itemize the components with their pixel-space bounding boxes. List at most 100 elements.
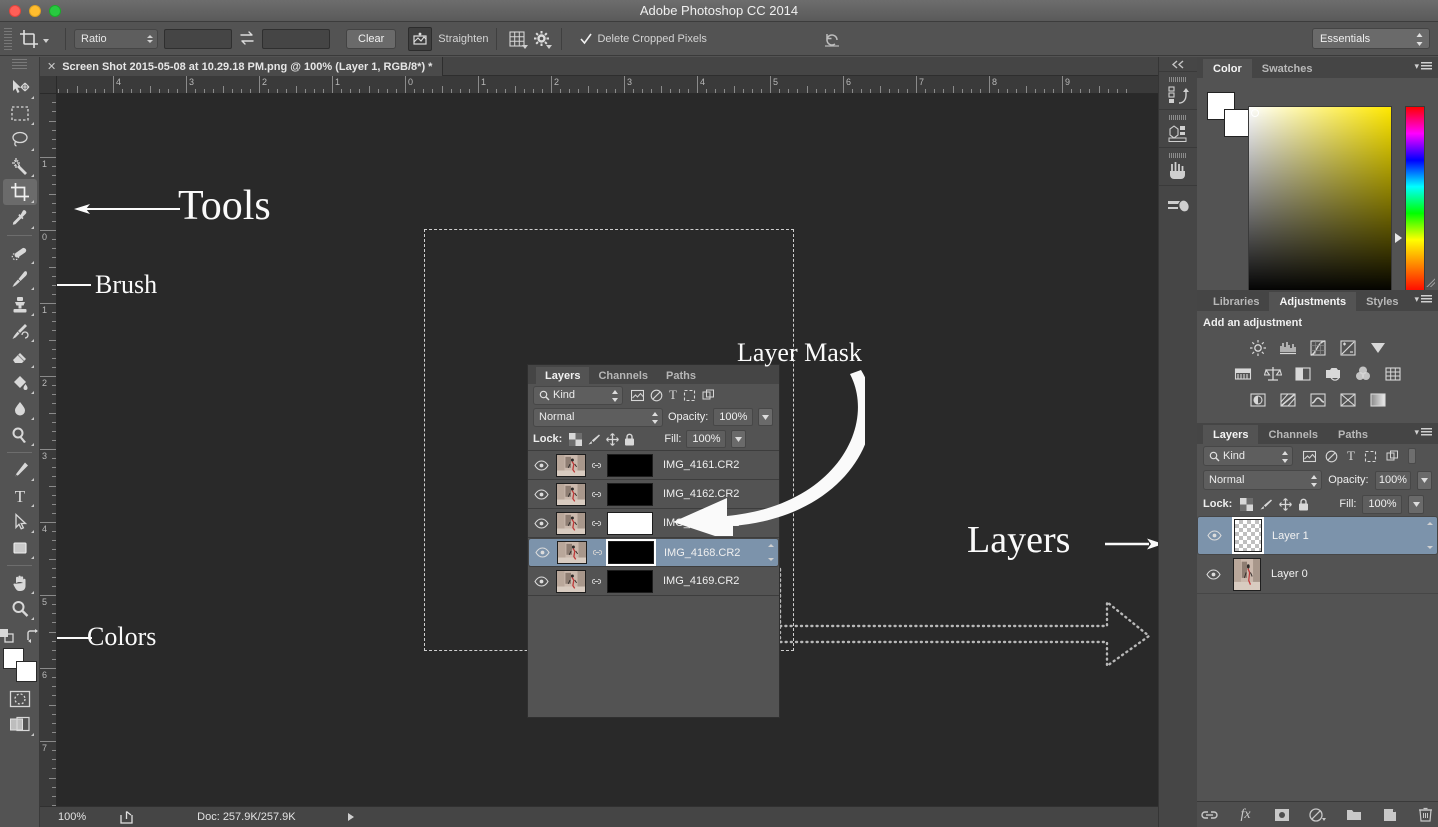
sidebar-item-dodge-tool[interactable] (3, 422, 37, 448)
document-tab[interactable]: ✕ Screen Shot 2015-05-08 at 10.29.18 PM.… (40, 57, 444, 76)
table-row[interactable]: Layer 0 (1197, 555, 1438, 594)
canvas-area[interactable]: Layers Channels Paths Kind T Normal Opac… (57, 94, 1158, 806)
sidebar-item-crop-tool[interactable] (2, 179, 37, 205)
sidebar-item-eraser-tool[interactable] (3, 344, 37, 370)
exposure-icon[interactable] (1338, 338, 1358, 358)
sidebar-item-move-tool[interactable] (3, 75, 37, 101)
layer-thumbnail[interactable] (1233, 557, 1261, 591)
curves-icon[interactable] (1308, 338, 1328, 358)
clear-button[interactable]: Clear (346, 28, 397, 49)
dock-item-properties[interactable] (1159, 109, 1197, 147)
sidebar-item-healing-brush-tool[interactable] (3, 240, 37, 266)
tool-preset-chevron-down-icon[interactable] (43, 38, 49, 43)
workspace-select[interactable]: Essentials (1312, 28, 1430, 49)
sidebar-item-marquee-tool[interactable] (3, 101, 37, 127)
layers-blend-mode[interactable]: Normal (1203, 470, 1323, 490)
filter-toggle-switch[interactable] (1407, 448, 1416, 464)
layer-name[interactable]: Layer 1 (1272, 530, 1309, 542)
link-layers-icon[interactable] (1201, 806, 1219, 824)
sidebar-item-path-selection-tool[interactable] (3, 509, 37, 535)
sidebar-item-brush-tool[interactable] (3, 266, 37, 292)
gradient-map-icon[interactable] (1338, 390, 1358, 410)
sidebar-item-lasso-tool[interactable] (3, 127, 37, 153)
panel-menu-icon[interactable]: ▾ (1414, 61, 1432, 72)
tab-channels[interactable]: Channels (1258, 425, 1328, 444)
swap-dimensions-icon[interactable] (238, 29, 256, 49)
zoom-level[interactable]: 100% (58, 811, 86, 823)
chevron-down-icon[interactable] (522, 44, 529, 49)
collapse-panels-icon[interactable] (1159, 57, 1197, 71)
tab-color[interactable]: Color (1203, 59, 1252, 78)
layers-fill-value[interactable]: 100% (1362, 494, 1403, 514)
screen-mode-button[interactable] (3, 712, 37, 738)
straighten-icon[interactable] (408, 26, 433, 51)
default-colors-icon[interactable] (0, 628, 15, 644)
dock-item-brush-presets[interactable] (1159, 147, 1197, 185)
color-field[interactable] (1248, 106, 1392, 294)
vibrance-icon[interactable] (1368, 338, 1388, 358)
horizontal-ruler[interactable]: 543210123456789 (57, 76, 1158, 94)
levels-icon[interactable] (1278, 338, 1298, 358)
toolbar-grip[interactable] (12, 59, 27, 71)
delete-layer-icon[interactable] (1417, 806, 1435, 824)
new-group-icon[interactable] (1345, 806, 1363, 824)
crop-width-input[interactable] (164, 28, 232, 49)
sidebar-item-rectangle-tool[interactable] (3, 535, 37, 561)
channel-mixer-icon[interactable] (1353, 364, 1373, 384)
delete-cropped-pixels-checkbox[interactable]: Delete Cropped Pixels (580, 33, 707, 45)
tab-paths[interactable]: Paths (1328, 425, 1378, 444)
share-icon[interactable] (120, 810, 135, 824)
sidebar-item-type-tool[interactable]: T (3, 483, 37, 509)
sidebar-item-hand-tool[interactable] (3, 570, 37, 596)
hue-slider-handle[interactable] (1395, 233, 1402, 243)
quick-mask-mode-button[interactable] (3, 686, 37, 712)
dock-item-history[interactable] (1159, 71, 1197, 109)
layer-thumbnail[interactable] (1232, 517, 1264, 554)
crop-height-input[interactable] (262, 28, 330, 49)
crop-ratio-select[interactable]: Ratio (74, 28, 158, 49)
swap-colors-icon[interactable] (25, 628, 41, 644)
color-lookup-icon[interactable] (1383, 364, 1403, 384)
dock-item-brush[interactable] (1159, 185, 1197, 223)
tab-swatches[interactable]: Swatches (1252, 59, 1323, 78)
tab-libraries[interactable]: Libraries (1203, 292, 1269, 311)
selective-color-icon[interactable] (1368, 390, 1388, 410)
reset-rotate-icon[interactable] (822, 29, 842, 49)
layer-name[interactable]: Layer 0 (1271, 568, 1308, 580)
color-balance-icon[interactable] (1263, 364, 1283, 384)
gear-icon[interactable] (529, 27, 553, 51)
close-x-icon[interactable]: ✕ (47, 60, 56, 73)
tab-adjustments[interactable]: Adjustments (1269, 292, 1357, 311)
sidebar-item-zoom-tool[interactable] (3, 596, 37, 622)
panel-resize-grip[interactable] (1426, 278, 1435, 287)
threshold-icon[interactable] (1308, 390, 1328, 410)
color-panel-swatches[interactable] (1207, 92, 1252, 137)
new-adjustment-layer-icon[interactable] (1309, 806, 1327, 824)
layers-kind-filter[interactable]: Kind (1203, 446, 1293, 466)
sidebar-item-gradient-tool[interactable] (3, 370, 37, 396)
layer-visibility-toggle[interactable] (1203, 568, 1223, 580)
background-color-swatch[interactable] (15, 661, 37, 682)
hue-saturation-icon[interactable] (1233, 364, 1253, 384)
panel-menu-icon[interactable]: ▾ (1414, 427, 1432, 438)
options-bar-grip[interactable] (4, 27, 12, 50)
sidebar-item-clone-stamp-tool[interactable] (3, 292, 37, 318)
black-white-icon[interactable] (1293, 364, 1313, 384)
posterize-icon[interactable] (1278, 390, 1298, 410)
layer-visibility-toggle[interactable] (1204, 530, 1224, 541)
panel-menu-icon[interactable]: ▾ (1414, 294, 1432, 305)
tab-layers[interactable]: Layers (1203, 425, 1259, 444)
foreground-background-colors[interactable] (2, 648, 37, 682)
sidebar-item-eyedropper-tool[interactable] (3, 205, 37, 231)
layers-fill-dropdown[interactable] (1408, 494, 1425, 514)
straighten-control[interactable]: Straighten (408, 26, 488, 51)
crop-overlay-grid-icon[interactable] (505, 27, 529, 51)
sidebar-item-magic-wand-tool[interactable] (3, 153, 37, 179)
photo-filter-icon[interactable] (1323, 364, 1343, 384)
layers-opacity-value[interactable]: 100% (1374, 470, 1412, 490)
expand-arrow-icon[interactable] (347, 813, 354, 821)
vertical-ruler[interactable]: 2 1 0 1 2 3 4 5 6 7 (40, 94, 57, 806)
new-layer-icon[interactable] (1381, 806, 1399, 824)
ruler-corner[interactable] (40, 76, 57, 94)
invert-icon[interactable] (1248, 390, 1268, 410)
